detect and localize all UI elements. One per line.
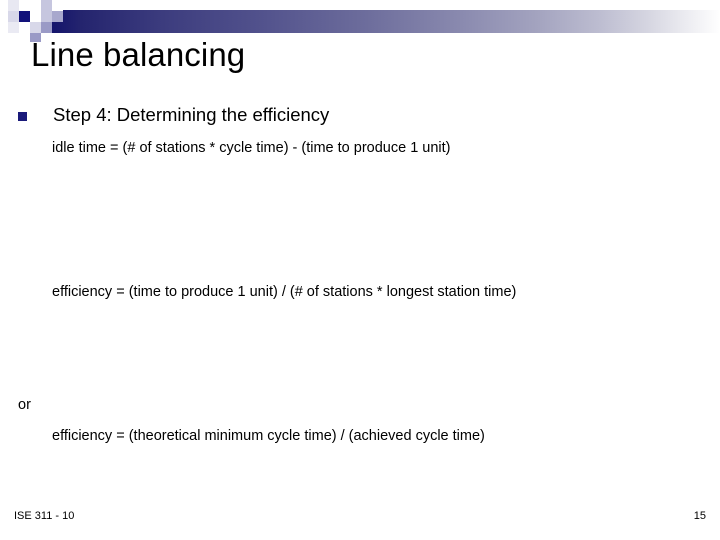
decoration-square xyxy=(30,0,41,11)
decoration-square xyxy=(8,22,19,33)
decoration-square xyxy=(41,0,52,11)
header-square-decoration xyxy=(0,0,120,42)
decoration-square xyxy=(19,22,30,33)
slide-title: Line balancing xyxy=(31,36,246,73)
decoration-square xyxy=(30,22,41,33)
decoration-square xyxy=(52,0,63,11)
decoration-square xyxy=(52,11,63,22)
decoration-square xyxy=(19,11,30,22)
slide-page-number: 15 xyxy=(693,510,706,522)
bullet-item-label: Step 4: Determining the efficiency xyxy=(53,104,330,125)
decoration-square xyxy=(19,0,30,11)
square-bullet-icon xyxy=(18,112,27,121)
decoration-square xyxy=(30,11,41,22)
header-gradient-bar xyxy=(40,10,720,33)
decoration-square xyxy=(8,33,19,42)
decoration-square xyxy=(19,33,30,42)
footer-course-label: ISE 311 - 10 xyxy=(14,510,75,522)
formula-idle-time: idle time = (# of stations * cycle time)… xyxy=(52,140,451,156)
decoration-square xyxy=(41,22,52,33)
formula-efficiency-stations: efficiency = (time to produce 1 unit) / … xyxy=(52,284,517,300)
decoration-square xyxy=(8,0,19,11)
or-connector-label: or xyxy=(18,397,31,413)
decoration-square xyxy=(41,11,52,22)
decoration-square xyxy=(8,11,19,22)
formula-efficiency-cycle-time: efficiency = (theoretical minimum cycle … xyxy=(52,428,485,444)
bullet-item-step4: Step 4: Determining the efficiency xyxy=(18,103,329,127)
slide: Line balancing Step 4: Determining the e… xyxy=(0,0,720,540)
